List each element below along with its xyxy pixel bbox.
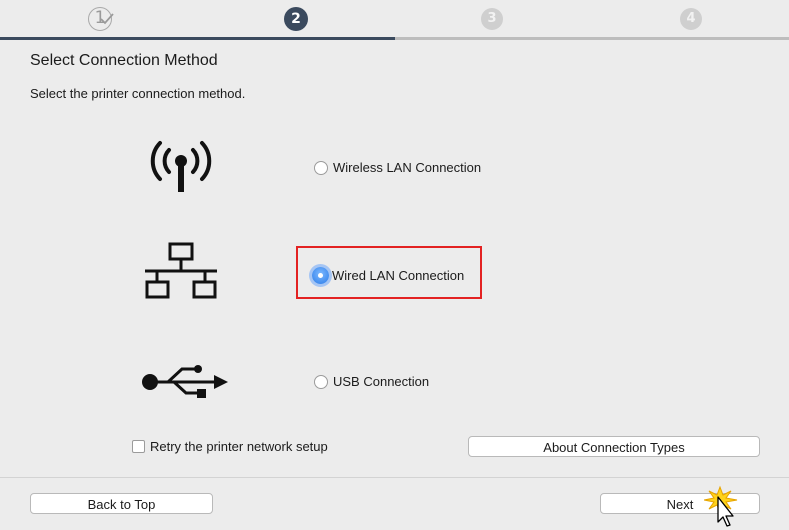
wired-lan-radio[interactable] <box>312 267 329 284</box>
wireless-lan-label: Wireless LAN Connection <box>333 160 482 175</box>
wired-lan-option[interactable]: Wired LAN Connection <box>312 267 465 284</box>
instruction-text: Select the printer connection method. <box>30 86 246 101</box>
wireless-lan-radio[interactable] <box>314 160 328 175</box>
step-bar: 1 2 3 4 <box>0 0 789 40</box>
wired-lan-label: Wired LAN Connection <box>332 268 465 283</box>
page-title: Select Connection Method <box>30 52 218 69</box>
footer-divider <box>0 477 789 478</box>
usb-label: USB Connection <box>333 374 430 389</box>
step-2-active: 2 <box>284 7 308 31</box>
wireless-lan-option[interactable]: Wireless LAN Connection <box>314 160 481 175</box>
checkmark-icon <box>100 13 114 25</box>
usb-radio[interactable] <box>314 374 328 389</box>
step-4: 4 <box>680 8 702 30</box>
progress-fill <box>0 37 395 40</box>
mouse-cursor-icon <box>704 485 738 527</box>
back-to-top-button[interactable]: Back to Top <box>30 493 213 514</box>
usb-option[interactable]: USB Connection <box>314 374 429 389</box>
retry-network-setup-checkbox[interactable] <box>132 440 145 453</box>
step-3: 3 <box>481 8 503 30</box>
about-connection-types-button[interactable]: About Connection Types <box>468 436 760 457</box>
retry-network-setup-option[interactable]: Retry the printer network setup <box>132 439 328 454</box>
retry-network-setup-label: Retry the printer network setup <box>150 439 328 454</box>
wired-network-icon <box>145 242 217 299</box>
wireless-antenna-icon <box>150 141 212 192</box>
step-1-completed: 1 <box>88 7 118 31</box>
usb-icon <box>142 365 228 398</box>
